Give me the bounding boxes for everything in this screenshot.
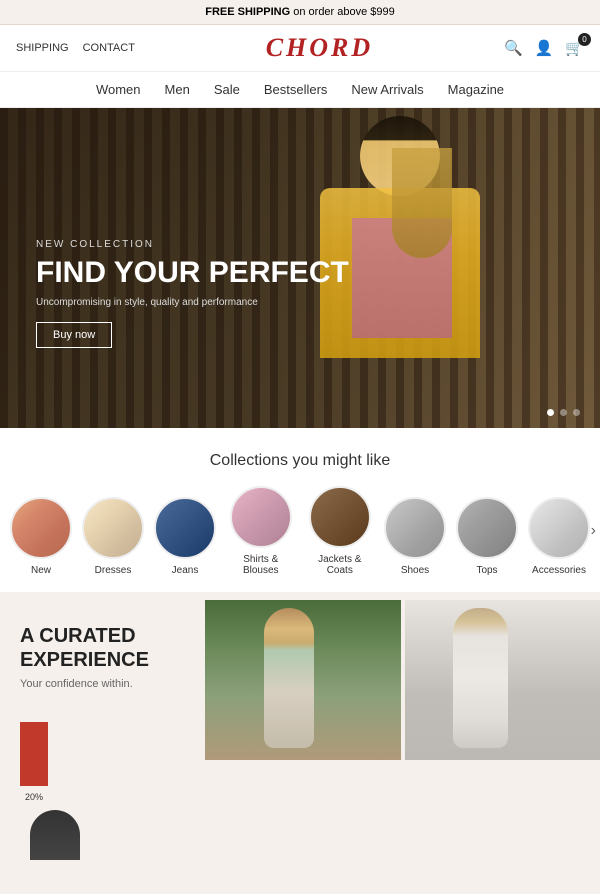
collection-label-dresses: Dresses [95, 565, 132, 576]
collection-shirts[interactable]: Shirts & Blouses [226, 486, 296, 576]
collection-circle-tops [456, 497, 518, 559]
curated-bar: 20% [20, 722, 48, 786]
curated-images [205, 600, 600, 894]
curated-bar-chart: 20% [20, 706, 80, 786]
collection-label-jackets: Jackets & Coats [306, 554, 374, 576]
nav-new-arrivals[interactable]: New Arrivals [351, 82, 423, 97]
curated-person-preview [20, 810, 90, 870]
collection-jeans[interactable]: Jeans [154, 497, 216, 576]
hero-banner: NEW COLLECTION FIND YOUR PERFECT Uncompr… [0, 108, 600, 428]
collection-circle-jackets [309, 486, 371, 548]
logo[interactable]: CHORD [266, 33, 373, 63]
main-nav: Women Men Sale Bestsellers New Arrivals … [0, 72, 600, 108]
collection-jackets[interactable]: Jackets & Coats [306, 486, 374, 576]
nav-men[interactable]: Men [165, 82, 190, 97]
curated-description: Your confidence within. [20, 678, 185, 690]
hero-content: NEW COLLECTION FIND YOUR PERFECT Uncompr… [36, 239, 349, 348]
collection-accessories[interactable]: Accessories [528, 497, 590, 576]
collection-new[interactable]: New [10, 497, 72, 576]
hero-description: Uncompromising in style, quality and per… [36, 297, 349, 308]
collection-circle-accessories [528, 497, 590, 559]
nav-women[interactable]: Women [96, 82, 141, 97]
hero-dot-3[interactable] [573, 409, 580, 416]
hero-subtitle: NEW COLLECTION [36, 239, 349, 250]
collection-label-tops: Tops [476, 565, 497, 576]
nav-bestsellers[interactable]: Bestsellers [264, 82, 328, 97]
collections-next-arrow[interactable]: › [591, 522, 596, 540]
hero-dot-2[interactable] [560, 409, 567, 416]
collection-circle-jeans [154, 497, 216, 559]
hero-title: FIND YOUR PERFECT [36, 256, 349, 289]
curated-bar-label: 20% [20, 792, 48, 802]
cart-icon[interactable]: 🛒 0 [565, 39, 584, 57]
hero-cta-button[interactable]: Buy now [36, 322, 112, 348]
collection-label-new: New [31, 565, 51, 576]
curated-section: A CURATED EXPERIENCE Your confidence wit… [0, 600, 600, 894]
hero-dots [547, 409, 580, 416]
curated-title: A CURATED EXPERIENCE [20, 624, 185, 672]
collection-circle-shirts [230, 486, 292, 548]
collection-circle-shoes [384, 497, 446, 559]
collections-section: Collections you might like New Dresses J… [0, 428, 600, 592]
collection-circle-new [10, 497, 72, 559]
cart-badge: 0 [578, 33, 591, 46]
collection-shoes[interactable]: Shoes [384, 497, 446, 576]
collection-tops[interactable]: Tops [456, 497, 518, 576]
user-icon[interactable]: 👤 [535, 39, 554, 57]
collections-row: New Dresses Jeans Shirts & Blouses Jacke… [0, 486, 600, 576]
nav-magazine[interactable]: Magazine [448, 82, 504, 97]
hero-dot-1[interactable] [547, 409, 554, 416]
collection-label-shoes: Shoes [401, 565, 429, 576]
header-icons: 🔍 👤 🛒 0 [504, 39, 584, 57]
banner-text: FREE SHIPPING on order above $999 [205, 6, 395, 18]
contact-link[interactable]: CONTACT [83, 42, 135, 54]
collection-label-accessories: Accessories [532, 565, 586, 576]
collection-dresses[interactable]: Dresses [82, 497, 144, 576]
shipping-link[interactable]: SHIPPING [16, 42, 69, 54]
header: SHIPPING CONTACT CHORD 🔍 👤 🛒 0 [0, 25, 600, 72]
top-banner: FREE SHIPPING on order above $999 [0, 0, 600, 25]
nav-sale[interactable]: Sale [214, 82, 240, 97]
collection-circle-dresses [82, 497, 144, 559]
search-icon[interactable]: 🔍 [504, 39, 523, 57]
collection-label-jeans: Jeans [172, 565, 199, 576]
curated-image-forest [205, 600, 401, 760]
collections-title: Collections you might like [0, 452, 600, 470]
header-nav-left: SHIPPING CONTACT [16, 42, 135, 54]
collection-label-shirts: Shirts & Blouses [226, 554, 296, 576]
curated-image-white [405, 600, 600, 760]
curated-left: A CURATED EXPERIENCE Your confidence wit… [0, 600, 205, 894]
